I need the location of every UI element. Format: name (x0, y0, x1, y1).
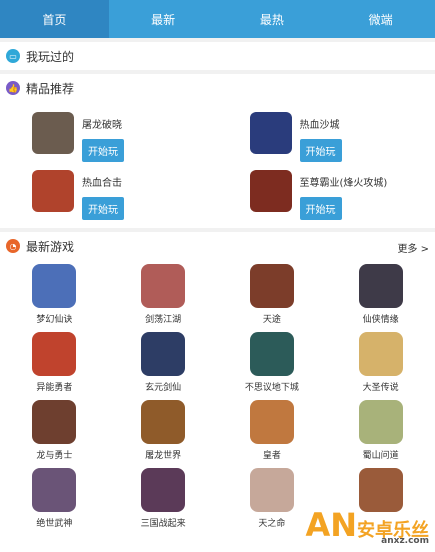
game-tile[interactable]: 剑荡江湖 (109, 264, 218, 332)
game-icon[interactable] (32, 264, 76, 308)
game-icon[interactable] (141, 332, 185, 376)
game-icon[interactable] (250, 332, 294, 376)
thumbs-up-icon: 👍 (6, 81, 20, 95)
game-icon[interactable] (141, 468, 185, 512)
game-tile[interactable]: 玄元剑仙 (109, 332, 218, 400)
latest-header: ◔ 最新游戏 更多 > (0, 232, 435, 260)
game-tile[interactable]: 仙侠情缘 (326, 264, 435, 332)
game-name: 不思议地下城 (245, 380, 299, 393)
game-name: 皇者 (263, 448, 281, 461)
game-tile[interactable]: 绝世武神 (0, 468, 109, 536)
game-thumbnail[interactable] (250, 170, 292, 212)
latest-games-grid: 梦幻仙诀 剑荡江湖 天途 仙侠情缘异能勇者 玄元剑仙 不思议地下城 大圣传说龙与勇士 屠龙世界… (0, 260, 435, 536)
game-tile[interactable]: 屠龙世界 (109, 400, 218, 468)
recommend-item: 至尊霸业(烽火攻城) 开始玩 (218, 164, 435, 222)
game-thumbnail[interactable] (32, 112, 74, 154)
game-name: 龙与勇士 (36, 448, 72, 461)
start-play-button[interactable]: 开始玩 (82, 139, 124, 162)
game-icon[interactable] (250, 400, 294, 444)
game-icon[interactable] (141, 400, 185, 444)
game-name: 剑荡江湖 (145, 312, 181, 325)
played-title: 我玩过的 (26, 48, 74, 65)
game-name: 三国战起来 (141, 516, 186, 529)
game-tile[interactable]: 天途 (218, 264, 327, 332)
recommend-item: 屠龙破晓 开始玩 (0, 106, 218, 164)
game-tile[interactable]: 大圣传说 (326, 332, 435, 400)
game-icon[interactable] (359, 400, 403, 444)
game-name: 异能勇者 (36, 380, 72, 393)
game-name: 屠龙世界 (145, 448, 181, 461)
game-title: 屠龙破晓 (82, 116, 124, 131)
game-title: 热血沙城 (300, 116, 342, 131)
tab-home[interactable]: 首页 (0, 0, 109, 38)
clock-icon: ◔ (6, 239, 20, 253)
played-header[interactable]: ▭ 我玩过的 (0, 42, 435, 70)
game-tile[interactable]: 梦幻仙诀 (0, 264, 109, 332)
game-icon[interactable] (359, 332, 403, 376)
tab-hottest[interactable]: 最热 (218, 0, 327, 38)
game-tile[interactable]: 龙与勇士 (0, 400, 109, 468)
game-icon[interactable] (250, 468, 294, 512)
site-watermark: AN安卓乐丝 anxz.com (305, 506, 429, 546)
recommend-title: 精品推荐 (26, 80, 74, 97)
start-play-button[interactable]: 开始玩 (82, 197, 124, 220)
game-name: 梦幻仙诀 (36, 312, 72, 325)
recommend-section: 👍 精品推荐 屠龙破晓 开始玩 热血沙城 开始玩 热 (0, 74, 435, 228)
game-title: 至尊霸业(烽火攻城) (300, 174, 388, 189)
game-tile[interactable]: 蜀山问道 (326, 400, 435, 468)
game-icon[interactable] (32, 400, 76, 444)
game-icon[interactable] (359, 264, 403, 308)
tab-latest[interactable]: 最新 (109, 0, 218, 38)
game-name: 大圣传说 (363, 380, 399, 393)
game-tile[interactable]: 异能勇者 (0, 332, 109, 400)
recommend-item: 热血合击 开始玩 (0, 164, 218, 222)
game-name: 仙侠情缘 (363, 312, 399, 325)
game-icon[interactable] (32, 332, 76, 376)
game-title: 热血合击 (82, 174, 124, 189)
recommend-item: 热血沙城 开始玩 (218, 106, 435, 164)
game-tile[interactable]: 三国战起来 (109, 468, 218, 536)
game-thumbnail[interactable] (250, 112, 292, 154)
played-section: ▭ 我玩过的 (0, 42, 435, 70)
recommend-header: 👍 精品推荐 (0, 74, 435, 102)
game-tile[interactable]: 不思议地下城 (218, 332, 327, 400)
game-thumbnail[interactable] (32, 170, 74, 212)
game-name: 天之命 (258, 516, 285, 529)
game-tile[interactable]: 皇者 (218, 400, 327, 468)
game-icon[interactable] (250, 264, 294, 308)
latest-title: 最新游戏 (26, 238, 74, 255)
top-nav: 首页 最新 最热 微端 (0, 0, 435, 38)
gamepad-icon: ▭ (6, 49, 20, 63)
game-name: 绝世武神 (36, 516, 72, 529)
recommend-grid: 屠龙破晓 开始玩 热血沙城 开始玩 热血合击 开始玩 (0, 102, 435, 228)
latest-section: ◔ 最新游戏 更多 > 梦幻仙诀 剑荡江湖 天途 仙侠情缘异能勇者 玄元剑仙 不思议地下城… (0, 232, 435, 552)
game-name: 玄元剑仙 (145, 380, 181, 393)
game-icon[interactable] (32, 468, 76, 512)
watermark-an: AN (305, 506, 357, 544)
more-link[interactable]: 更多 > (397, 240, 429, 255)
game-name: 天途 (263, 312, 281, 325)
tab-microclient[interactable]: 微端 (326, 0, 435, 38)
game-name: 蜀山问道 (363, 448, 399, 461)
start-play-button[interactable]: 开始玩 (300, 139, 342, 162)
start-play-button[interactable]: 开始玩 (300, 197, 342, 220)
game-icon[interactable] (141, 264, 185, 308)
